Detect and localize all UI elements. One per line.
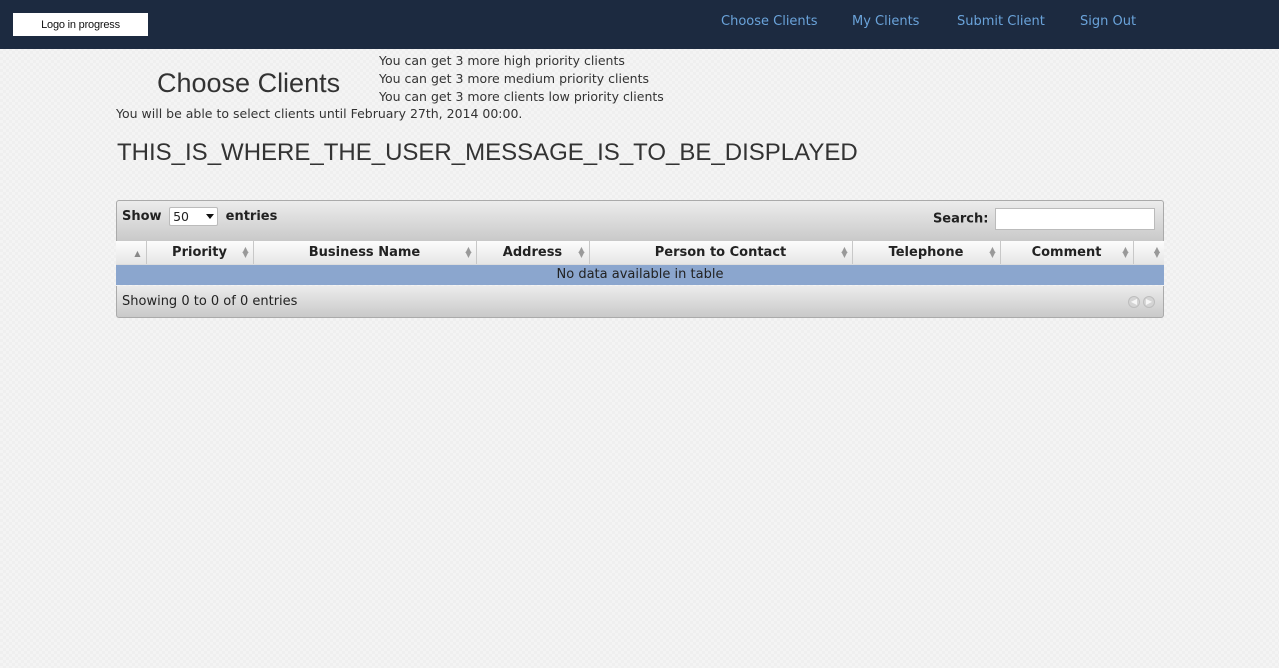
nav-my-clients[interactable]: My Clients [852, 14, 919, 29]
column-header-business-name[interactable]: Business Name ▲ ▼ [253, 241, 477, 265]
page-title: Choose Clients [157, 68, 341, 98]
table-row: No data available in table [116, 264, 1164, 285]
column-header-telephone[interactable]: Telephone ▲ ▼ [852, 241, 1001, 265]
sort-both-icon: ▲ ▼ [841, 245, 848, 260]
clients-table: ▲ Priority ▲ ▼ Business Name ▲ ▼ Address ▲ ▼ P… [116, 241, 1164, 285]
quota-medium: You can get 3 more medium priority clien… [379, 71, 649, 86]
empty-table-message: No data available in table [116, 264, 1164, 285]
sort-both-icon: ▲ ▼ [1122, 245, 1129, 260]
column-header-comment[interactable]: Comment ▲ ▼ [1000, 241, 1134, 265]
datatable-footer: Showing 0 to 0 of 0 entries ◀ ▶ [116, 286, 1164, 318]
search-input[interactable] [995, 208, 1155, 230]
column-header-person-to-contact[interactable]: Person to Contact ▲ ▼ [589, 241, 853, 265]
logo: Logo in progress [13, 13, 148, 36]
top-navbar: Logo in progress Choose Clients My Clien… [0, 0, 1279, 49]
search-control: Search: [933, 208, 1155, 230]
show-label: Show [122, 209, 162, 224]
entries-select[interactable]: 50 [169, 207, 219, 226]
sort-asc-icon: ▲ [134, 249, 141, 259]
datatable-toolbar: Show 50 entries Search: [116, 200, 1164, 241]
column-header-address[interactable]: Address ▲ ▼ [476, 241, 590, 265]
sort-both-icon: ▲ ▼ [578, 245, 585, 260]
search-label: Search: [932, 211, 989, 227]
selection-deadline: You will be able to select clients until… [116, 106, 523, 121]
table-info: Showing 0 to 0 of 0 entries [122, 294, 298, 309]
arrow-right-icon[interactable]: ▶ [1143, 296, 1155, 308]
entries-length-control: Show 50 entries [122, 207, 277, 226]
arrow-left-icon[interactable]: ◀ [1128, 296, 1140, 308]
sort-both-icon: ▲ ▼ [1153, 245, 1160, 260]
nav-choose-clients[interactable]: Choose Clients [721, 14, 818, 29]
nav-submit-client[interactable]: Submit Client [957, 14, 1045, 29]
quota-low: You can get 3 more clients low priority … [379, 89, 664, 104]
sort-both-icon: ▲ ▼ [242, 245, 249, 260]
table-header-row: ▲ Priority ▲ ▼ Business Name ▲ ▼ Address ▲ ▼ P… [116, 241, 1164, 265]
sort-both-icon: ▲ ▼ [465, 245, 472, 260]
column-header-priority[interactable]: Priority ▲ ▼ [146, 241, 254, 265]
entries-select-value: 50 [173, 209, 189, 224]
column-header-extra[interactable]: ▲ ▼ [1133, 241, 1164, 265]
chevron-down-icon [206, 214, 215, 219]
column-header-select[interactable]: ▲ [116, 241, 147, 265]
clients-datatable: Show 50 entries Search: ▲ Priority ▲ ▼ Bus… [116, 200, 1164, 318]
user-message: THIS_IS_WHERE_THE_USER_MESSAGE_IS_TO_BE_… [117, 139, 858, 166]
quota-high: You can get 3 more high priority clients [379, 53, 625, 68]
sort-both-icon: ▲ ▼ [989, 245, 996, 260]
entries-label: entries [225, 209, 278, 224]
nav-sign-out[interactable]: Sign Out [1080, 14, 1136, 29]
